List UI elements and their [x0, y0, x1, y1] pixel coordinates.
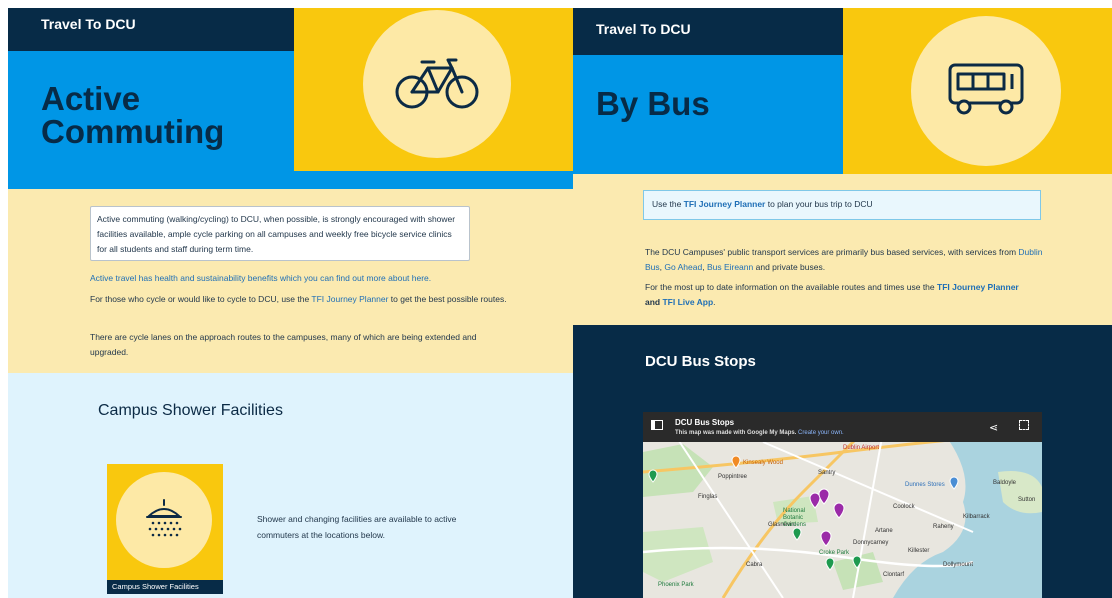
left-hero-blue-strip: [294, 171, 573, 189]
uptodate-text-before: For the most up to date information on t…: [645, 282, 938, 292]
shower-description: Shower and changing facilities are avail…: [257, 514, 457, 540]
shower-icon: [139, 498, 189, 543]
map-label-botanic: National Botanic Gardens: [783, 508, 807, 528]
map-label-poppintree: Poppintree: [718, 474, 748, 480]
services-text-after: and private buses.: [753, 262, 826, 272]
map-label-artane: Artane: [875, 528, 893, 534]
uptodate-text-mid: and: [645, 297, 663, 307]
map-label-clontarf: Clontarf: [883, 572, 905, 578]
cycle-text-after: to get the best possible routes.: [388, 294, 507, 304]
bus-services-paragraph: The DCU Campuses' public transport servi…: [645, 245, 1045, 275]
map-create-link[interactable]: Create your own.: [798, 430, 844, 436]
planner-text-after: to plan your bus trip to DCU: [765, 199, 873, 209]
map-label-dunnes: Dunnes Stores: [905, 482, 945, 488]
map-label-sutton: Sutton: [1018, 497, 1036, 503]
map-label-cabra: Cabra: [746, 562, 763, 568]
map-label-finglas: Finglas: [698, 494, 718, 500]
shower-section: [8, 373, 573, 598]
shower-section-title: Campus Shower Facilities: [98, 402, 283, 419]
map-subtitle-bold: This map was made with Google My Maps.: [675, 430, 797, 436]
uptodate-text-after: .: [713, 297, 716, 307]
map-toolbar: [643, 412, 1042, 442]
left-title-line1: Active: [41, 80, 141, 117]
map-subtitle: This map was made with Google My Maps. C…: [675, 430, 844, 436]
left-cycle-lanes-paragraph: There are cycle lanes on the approach ro…: [90, 332, 477, 357]
left-title-line2: Commuting: [41, 113, 225, 150]
bicycle-icon: [394, 54, 480, 115]
tfi-live-app-link[interactable]: TFI Live App: [662, 297, 713, 307]
left-page-title: Active Commuting: [41, 82, 224, 148]
planner-tfi-link[interactable]: TFI Journey Planner: [684, 199, 766, 209]
bus-eireann-link[interactable]: Bus Eireann: [707, 262, 753, 272]
cycle-text-before: For those who cycle or would like to cyc…: [90, 294, 312, 304]
shower-card-label: Campus Shower Facilities: [112, 582, 199, 591]
planner-box: Use the TFI Journey Planner to plan your…: [643, 190, 1041, 220]
tfi-journey-planner-link[interactable]: TFI Journey Planner: [311, 294, 388, 304]
map-label-coolock: Coolock: [893, 504, 915, 510]
left-intro-box: Active commuting (walking/cycling) to DC…: [90, 206, 470, 261]
bus-stops-map[interactable]: Kinsealy Wood Santry Coolock Artane Rahe…: [643, 412, 1042, 598]
map-label-santry: Santry: [818, 470, 836, 476]
map-sidebar-toggle-icon[interactable]: [651, 420, 663, 430]
left-hero-circle: [363, 10, 511, 158]
map-label-baldoyle: Baldoyle: [993, 480, 1017, 486]
health-benefits-link[interactable]: Active travel has health and sustainabil…: [90, 271, 530, 286]
map-title: DCU Bus Stops: [675, 418, 735, 427]
map-label-raheny: Raheny: [933, 524, 954, 530]
map-label-dollymount: Dollymount: [943, 562, 974, 568]
map-label-kilbarrack: Kilbarrack: [963, 514, 990, 520]
bus-icon: [946, 61, 1026, 122]
map-label-kinsealy: Kinsealy Wood: [743, 460, 783, 466]
map-label-croke-park: Croke Park: [819, 550, 850, 556]
right-page-title: By Bus: [596, 85, 710, 122]
map-label-airport: Dublin Airport: [843, 445, 880, 451]
map-label-phoenix-park: Phoenix Park: [658, 582, 694, 588]
fullscreen-icon[interactable]: [1019, 420, 1029, 430]
shower-card-circle: [116, 472, 212, 568]
go-ahead-link[interactable]: Go Ahead: [664, 262, 702, 272]
right-kicker: Travel To DCU: [596, 21, 691, 37]
right-hero-circle: [911, 16, 1061, 166]
map-label-killester: Killester: [908, 548, 930, 554]
services-text-before: The DCU Campuses' public transport servi…: [645, 247, 1019, 257]
left-kicker: Travel To DCU: [41, 16, 136, 32]
left-cycle-paragraph: For those who cycle or would like to cyc…: [90, 292, 510, 307]
bus-stops-title: DCU Bus Stops: [645, 353, 756, 370]
planner-text-before: Use the: [652, 199, 684, 209]
uptodate-tfi-journey-link[interactable]: TFI Journey Planner: [937, 282, 1019, 292]
share-icon[interactable]: ⋖: [989, 421, 998, 434]
map-label-donnycarney: Donnycarney: [853, 540, 889, 546]
left-hero-blue-base: [8, 171, 294, 189]
uptodate-paragraph: For the most up to date information on t…: [645, 280, 1025, 310]
